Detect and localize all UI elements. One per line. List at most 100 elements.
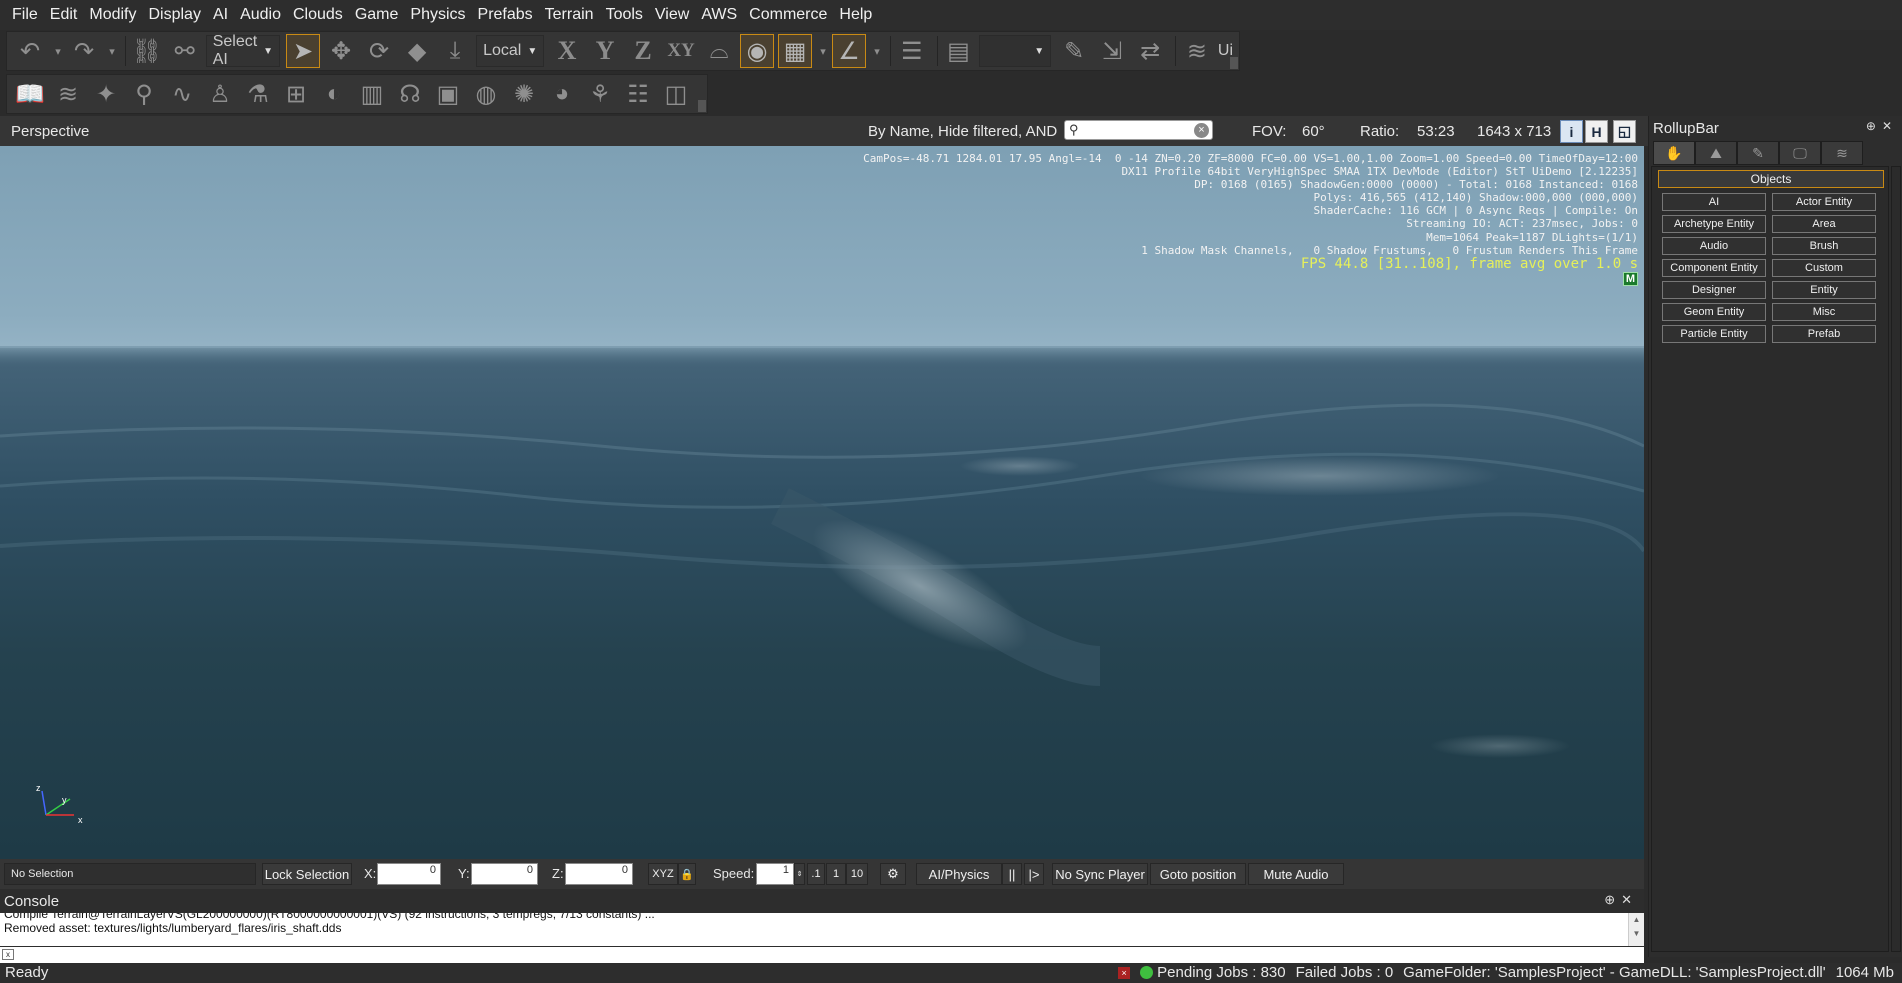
- headphones-icon[interactable]: ☊: [393, 77, 427, 111]
- move-icon[interactable]: ✥: [324, 34, 358, 68]
- particle-icon[interactable]: ✦: [89, 77, 123, 111]
- menu-ai[interactable]: AI: [207, 0, 234, 30]
- pause-button[interactable]: ||: [1002, 863, 1022, 885]
- speed-field[interactable]: 1: [756, 863, 794, 885]
- tab-display-icon[interactable]: 🖵: [1779, 141, 1821, 165]
- object-actor-entity-button[interactable]: Actor Entity: [1772, 193, 1876, 211]
- console-window-controls[interactable]: ⊕✕: [1604, 892, 1638, 908]
- menu-commerce[interactable]: Commerce: [743, 0, 833, 30]
- step-button[interactable]: |>: [1024, 863, 1044, 885]
- xyz-toggle-button[interactable]: XYZ: [648, 863, 678, 885]
- redo-icon[interactable]: ↷: [67, 34, 101, 68]
- redo-dropdown-icon[interactable]: ▾: [105, 34, 119, 68]
- speed-preset-1[interactable]: 1: [826, 863, 846, 885]
- speed-stepper-icon[interactable]: ⇕: [794, 863, 805, 885]
- menu-view[interactable]: View: [649, 0, 695, 30]
- angle-dropdown-icon[interactable]: ▾: [870, 34, 884, 68]
- y-position-field[interactable]: 0: [471, 863, 538, 885]
- rotate-icon[interactable]: ⟳: [362, 34, 396, 68]
- viewport-search-field[interactable]: ⚲ ×: [1064, 120, 1213, 140]
- close-icon[interactable]: ✕: [1882, 119, 1898, 133]
- link-icon[interactable]: ⛓: [130, 34, 164, 68]
- menu-audio[interactable]: Audio: [234, 0, 287, 30]
- pin-icon[interactable]: ⊕: [1866, 119, 1882, 133]
- menu-clouds[interactable]: Clouds: [287, 0, 349, 30]
- lock-selection-button[interactable]: Lock Selection: [262, 863, 352, 885]
- speed-preset-0-1[interactable]: .1: [807, 863, 825, 885]
- tab-layers-icon[interactable]: ≋: [1821, 141, 1863, 165]
- object-ai-button[interactable]: AI: [1662, 193, 1766, 211]
- track-view-icon[interactable]: ▥: [355, 77, 389, 111]
- object-geom-entity-button[interactable]: Geom Entity: [1662, 303, 1766, 321]
- menu-modify[interactable]: Modify: [83, 0, 142, 30]
- layers-icon[interactable]: ≋: [1180, 34, 1214, 68]
- tab-modify-icon[interactable]: ✎: [1737, 141, 1779, 165]
- window-icon[interactable]: ◫: [659, 77, 693, 111]
- fov-value[interactable]: 60°: [1302, 123, 1325, 140]
- menu-physics[interactable]: Physics: [404, 0, 471, 30]
- connection-error-icon[interactable]: ×: [1118, 966, 1131, 979]
- menu-display[interactable]: Display: [142, 0, 206, 30]
- speed-preset-10[interactable]: 10: [846, 863, 868, 885]
- axis-z-button[interactable]: Z: [626, 34, 660, 68]
- book-icon[interactable]: 📖: [13, 77, 47, 111]
- select-mode-dropdown[interactable]: Select AI ▼: [205, 33, 281, 68]
- goto-position-button[interactable]: Goto position: [1150, 863, 1246, 885]
- console-input[interactable]: x: [0, 947, 1644, 963]
- axis-x-button[interactable]: X: [550, 34, 584, 68]
- menu-help[interactable]: Help: [833, 0, 878, 30]
- viewport-title[interactable]: Perspective: [11, 123, 89, 140]
- tab-terrain-icon[interactable]: ⛰: [1695, 141, 1737, 165]
- image-icon[interactable]: ▣: [431, 77, 465, 111]
- scale-icon[interactable]: ◆: [400, 34, 434, 68]
- lock-icon[interactable]: 🔒: [678, 863, 696, 885]
- angle-snap-icon[interactable]: ∠: [832, 34, 867, 68]
- console-scrollbar[interactable]: ▲ ▼: [1628, 913, 1644, 946]
- object-prefab-button[interactable]: Prefab: [1772, 325, 1876, 343]
- sync-player-button[interactable]: No Sync Player: [1052, 863, 1148, 885]
- helpers-button[interactable]: H: [1585, 120, 1608, 143]
- pending-jobs-indicator[interactable]: Pending Jobs : 830: [1140, 964, 1286, 981]
- viewport-resolution[interactable]: 1643 x 713: [1477, 123, 1551, 140]
- align-icon[interactable]: ☰: [895, 34, 929, 68]
- object-misc-button[interactable]: Misc: [1772, 303, 1876, 321]
- undo-icon[interactable]: ↶: [13, 34, 47, 68]
- character-icon[interactable]: ♙: [203, 77, 237, 111]
- maximize-viewport-icon[interactable]: ◱: [1613, 120, 1636, 143]
- failed-jobs[interactable]: Failed Jobs : 0: [1296, 964, 1394, 981]
- toolbar-grip[interactable]: [1230, 57, 1238, 69]
- lightbulb-icon[interactable]: ⚘: [583, 77, 617, 111]
- object-audio-button[interactable]: Audio: [1662, 237, 1766, 255]
- undo-dropdown-icon[interactable]: ▾: [51, 34, 65, 68]
- toolbar-grip[interactable]: [698, 100, 706, 112]
- ratio-value[interactable]: 53:23: [1417, 123, 1455, 140]
- menu-tools[interactable]: Tools: [600, 0, 649, 30]
- edit-tool-icon[interactable]: ✎: [1057, 34, 1091, 68]
- grid-dropdown-icon[interactable]: ▾: [816, 34, 830, 68]
- tab-objects-hand-icon[interactable]: ✋: [1653, 141, 1695, 165]
- object-component-entity-button[interactable]: Component Entity: [1662, 259, 1766, 277]
- object-brush-button[interactable]: Brush: [1772, 237, 1876, 255]
- object-area-button[interactable]: Area: [1772, 215, 1876, 233]
- object-entity-button[interactable]: Entity: [1772, 281, 1876, 299]
- select-arrow-icon[interactable]: ➤: [286, 34, 321, 68]
- perspective-viewport[interactable]: CamPos=-48.71 1284.01 17.95 Angl=-14 0 -…: [0, 146, 1644, 859]
- rollup-window-controls[interactable]: ⊕✕: [1866, 119, 1898, 133]
- z-position-field[interactable]: 0: [565, 863, 633, 885]
- layer-dropdown[interactable]: ▼: [979, 35, 1052, 67]
- menu-edit[interactable]: Edit: [44, 0, 84, 30]
- game-mode-icon[interactable]: ⚙: [880, 863, 906, 885]
- database-icon[interactable]: ☷: [621, 77, 655, 111]
- grid-snap-icon[interactable]: ▦: [778, 34, 813, 68]
- layers-stack-icon[interactable]: ≋: [51, 77, 85, 111]
- sun-ray-icon[interactable]: ✺: [507, 77, 541, 111]
- object-particle-entity-button[interactable]: Particle Entity: [1662, 325, 1766, 343]
- physics-icon[interactable]: ⇄: [1133, 34, 1167, 68]
- coord-system-dropdown[interactable]: Local ▼: [476, 35, 545, 67]
- info-button[interactable]: i: [1560, 120, 1583, 143]
- palette-icon[interactable]: ◐: [317, 77, 351, 111]
- snap-to-object-icon[interactable]: ⤓: [438, 34, 472, 68]
- viewport-search-input[interactable]: [1080, 122, 1185, 138]
- rollup-scrollbar[interactable]: [1891, 166, 1901, 952]
- object-designer-button[interactable]: Designer: [1662, 281, 1766, 299]
